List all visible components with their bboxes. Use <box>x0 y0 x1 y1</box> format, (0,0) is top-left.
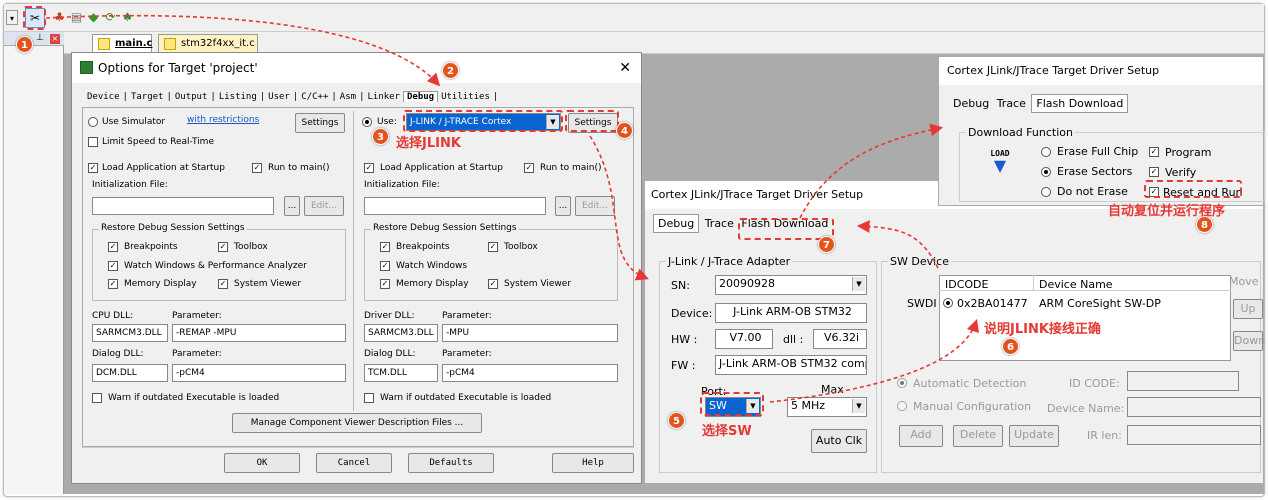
jlink-ok-note: 说明JLINK接线正确 <box>984 322 1101 337</box>
step-7-badge: 7 <box>818 236 835 253</box>
arrow-to-flash-tab <box>856 220 939 269</box>
step-1-badge: 1 <box>16 36 33 53</box>
arrow-sw-to-device <box>769 318 980 403</box>
step-4-badge: 4 <box>616 122 633 139</box>
auto-reset-note: 自动复位并运行程序 <box>1108 204 1226 219</box>
highlight-flash-tab <box>738 218 834 240</box>
arrow-settings-to-driver <box>589 135 649 281</box>
step-6-badge: 6 <box>1002 338 1019 355</box>
select-jlink-note: 选择JLINK <box>396 136 461 151</box>
annotation-arrows <box>45 14 980 403</box>
step-2-badge: 2 <box>442 62 459 79</box>
highlight-settings-button <box>565 110 619 132</box>
step-5-badge: 5 <box>668 412 685 429</box>
arrow-1-to-debug <box>45 14 441 87</box>
highlight-debugger-select <box>403 110 563 132</box>
highlight-port-select <box>700 392 764 416</box>
highlight-reset-and-run <box>1144 180 1242 198</box>
step-3-badge: 3 <box>372 128 389 145</box>
arrow-to-flash-dialog <box>799 123 944 219</box>
select-sw-note: 选择SW <box>702 424 752 439</box>
